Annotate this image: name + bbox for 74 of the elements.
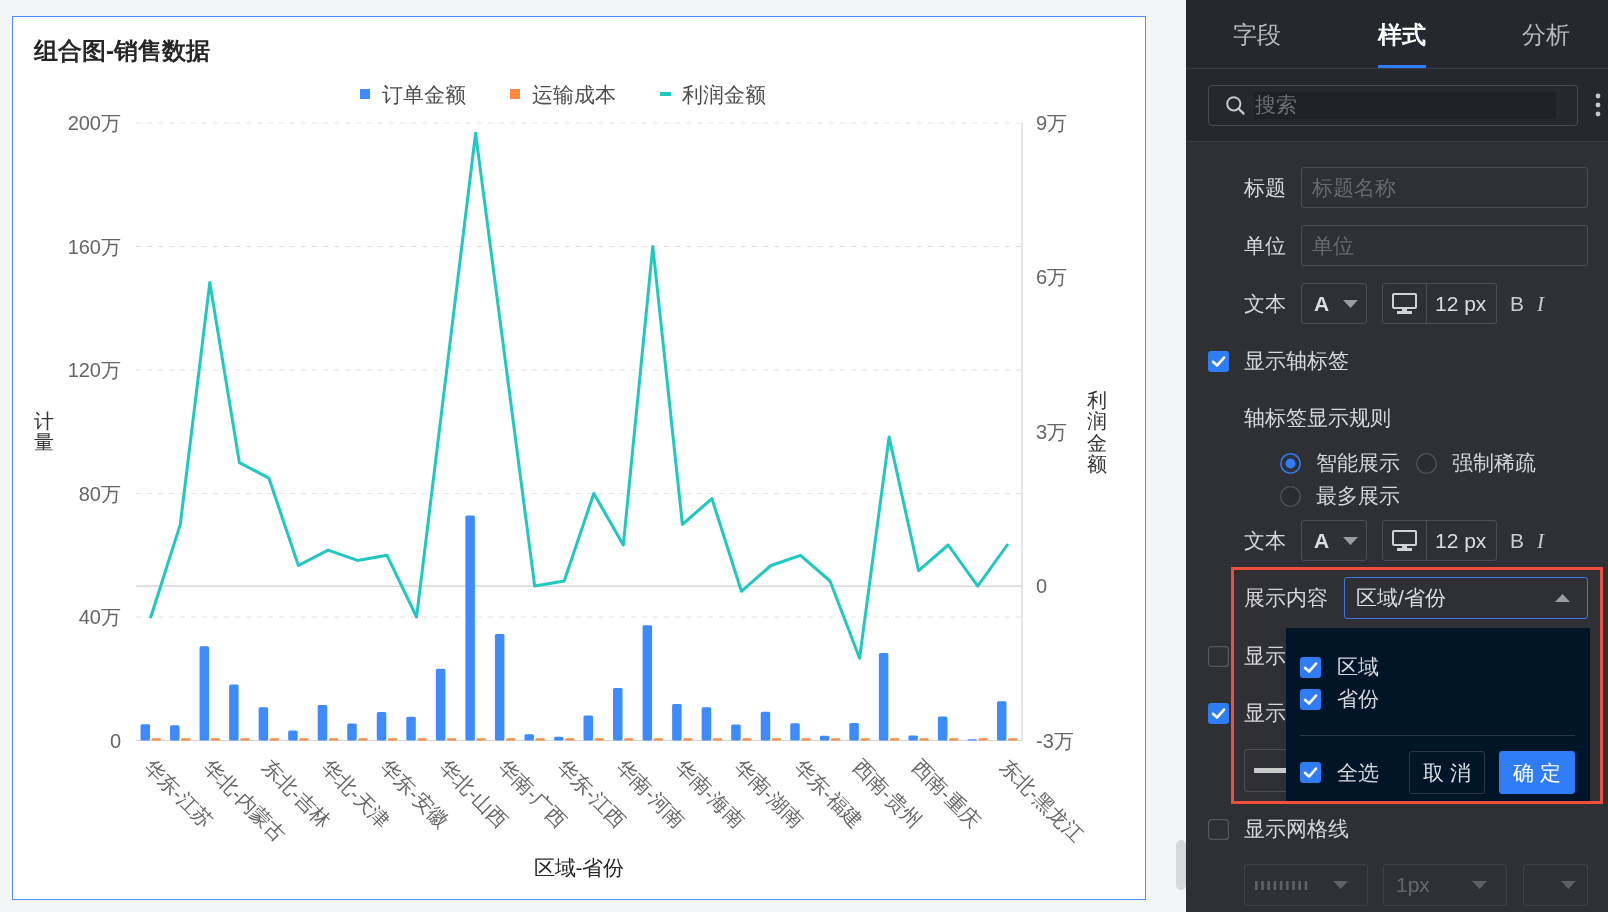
left-axis-label: 80万 xyxy=(78,482,121,505)
legend-label[interactable]: 利润金额 xyxy=(681,82,766,106)
left-axis-label: 40万 xyxy=(78,606,121,628)
font-select[interactable]: A xyxy=(1301,283,1367,324)
legend-label[interactable]: 订单金额 xyxy=(381,82,466,106)
right-axis-title: 利润金额 xyxy=(1087,388,1107,475)
checkbox[interactable] xyxy=(1300,688,1321,710)
font-size-value[interactable]: 12 px xyxy=(1427,291,1487,316)
x-axis-label: 东北-黑龙江 xyxy=(996,755,1088,847)
caret-down-icon xyxy=(1343,299,1359,308)
option-label[interactable]: 省份 xyxy=(1337,685,1379,713)
checkbox-label[interactable]: 显示 xyxy=(1244,642,1286,670)
right-axis-label: 6万 xyxy=(1036,266,1068,289)
tab[interactable]: 分析 xyxy=(1522,0,1570,68)
radio-label[interactable]: 强制稀疏 xyxy=(1452,449,1536,477)
field-label: 展示内容 xyxy=(1244,585,1329,611)
legend-label[interactable]: 运输成本 xyxy=(531,82,616,106)
monitor-icon[interactable] xyxy=(1392,293,1417,314)
font-size-value[interactable]: 12 px xyxy=(1427,528,1487,553)
more-icon[interactable] xyxy=(1595,93,1601,117)
checkbox[interactable] xyxy=(1208,350,1229,372)
left-axis-label: 0 xyxy=(109,729,121,752)
scrollbar-thumb[interactable] xyxy=(1176,840,1186,890)
bold-button[interactable]: B xyxy=(1510,528,1524,553)
field-label: 标题 xyxy=(1244,174,1287,201)
dotted-line-icon xyxy=(1255,880,1308,890)
checkbox[interactable] xyxy=(1208,702,1229,724)
left-axis-label: 160万 xyxy=(67,235,121,258)
search-field[interactable]: 搜索 xyxy=(1208,84,1578,126)
search-icon xyxy=(1226,95,1245,115)
right-axis-label: 3万 xyxy=(1036,420,1068,443)
radio-button[interactable] xyxy=(1280,485,1301,507)
bold-button[interactable]: B xyxy=(1510,291,1524,316)
caret-down-icon xyxy=(1333,881,1348,889)
right-axis-label: 0 xyxy=(1036,575,1048,598)
y-axis-title: 计量 xyxy=(34,410,54,454)
cancel-button[interactable]: 取 消 xyxy=(1409,751,1485,794)
field-label: 文本 xyxy=(1244,290,1287,317)
radio-button[interactable] xyxy=(1416,452,1437,474)
option-label[interactable]: 区域 xyxy=(1337,653,1379,681)
italic-button[interactable]: I xyxy=(1537,528,1544,553)
field-label: 单位 xyxy=(1244,232,1287,259)
font-select[interactable]: A xyxy=(1301,520,1367,561)
x-axis-title: 区域-省份 xyxy=(533,855,625,879)
left-axis-label: 120万 xyxy=(67,359,121,381)
checkbox[interactable] xyxy=(1300,656,1321,678)
tab[interactable]: 样式 xyxy=(1377,0,1426,68)
field-label: 文本 xyxy=(1244,527,1287,554)
select-field[interactable]: 区域/省份 xyxy=(1344,577,1588,619)
checkbox-label[interactable]: 显示 xyxy=(1244,699,1286,727)
right-axis-label: 9万 xyxy=(1036,112,1068,134)
checkbox[interactable] xyxy=(1300,762,1321,783)
section-label: 轴标签显示规则 xyxy=(1244,405,1391,431)
italic-button[interactable]: I xyxy=(1537,291,1544,316)
left-axis-label: 200万 xyxy=(67,112,121,134)
checkbox-label[interactable]: 显示网格线 xyxy=(1244,815,1349,843)
select-all-label[interactable]: 全选 xyxy=(1337,758,1379,787)
caret-down-icon xyxy=(1343,536,1359,545)
checkbox[interactable] xyxy=(1208,818,1229,840)
caret-down-icon xyxy=(1561,881,1576,889)
text-input[interactable]: 单位 xyxy=(1301,225,1588,266)
radio-label[interactable]: 智能展示 xyxy=(1316,449,1400,477)
tab[interactable]: 字段 xyxy=(1233,0,1281,68)
radio-button[interactable] xyxy=(1280,452,1301,474)
radio-label[interactable]: 最多展示 xyxy=(1316,482,1400,510)
right-axis-label: -3万 xyxy=(1036,729,1074,752)
text-input[interactable]: 标题名称 xyxy=(1301,167,1588,208)
caret-down-icon xyxy=(1472,881,1487,889)
confirm-button[interactable]: 确 定 xyxy=(1499,751,1575,794)
chart-title: 组合图-销售数据 xyxy=(34,36,210,66)
checkbox[interactable] xyxy=(1208,645,1229,667)
checkbox-label[interactable]: 显示轴标签 xyxy=(1244,347,1349,375)
caret-up-icon xyxy=(1555,594,1570,602)
monitor-icon[interactable] xyxy=(1392,530,1417,551)
